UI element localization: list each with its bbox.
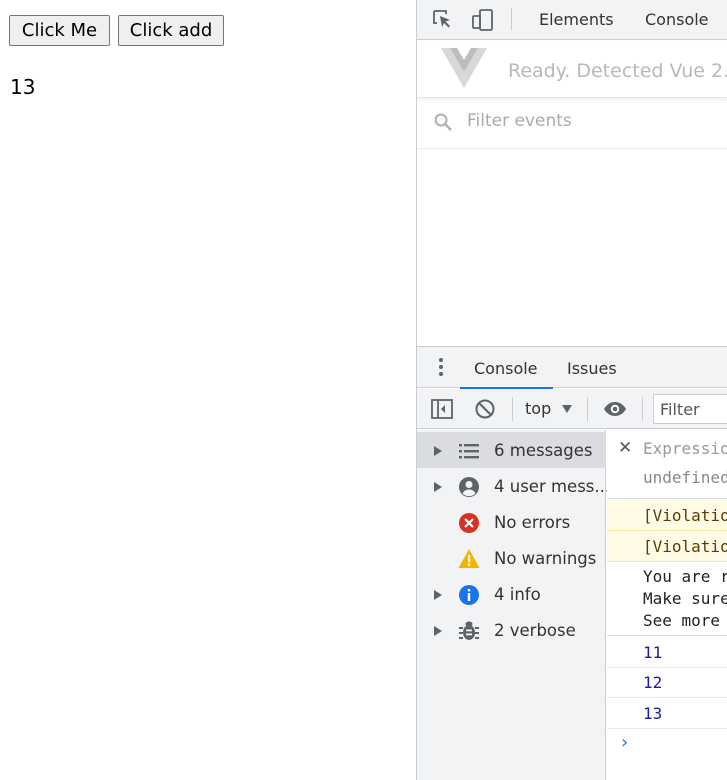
log-value: 11 xyxy=(643,643,663,662)
sidebar-item-verbose[interactable]: 2 verbose xyxy=(417,612,606,648)
live-expression-eye-icon[interactable] xyxy=(603,397,627,421)
clear-console-icon[interactable] xyxy=(473,397,497,421)
filter-events-input[interactable] xyxy=(467,111,717,131)
devtools-tabbar: Elements Console xyxy=(417,0,727,40)
toolbar-separator xyxy=(642,397,643,421)
vue-devtools-header: Ready. Detected Vue 2.6 xyxy=(417,41,727,98)
sidebar-toggle-icon[interactable] xyxy=(430,397,454,421)
context-selector[interactable]: top xyxy=(525,399,551,418)
console-message-violation[interactable]: [Violation] xyxy=(607,500,727,531)
close-icon[interactable]: ✕ xyxy=(618,438,632,458)
sidebar-item-label: No errors xyxy=(494,513,571,532)
message-text: [Violation] xyxy=(643,537,727,556)
counter-value: 13 xyxy=(10,75,36,99)
message-text: [Violation] xyxy=(643,506,727,525)
filter-events-bar xyxy=(417,99,727,149)
sidebar-item-label: 6 messages xyxy=(494,441,593,460)
info-icon xyxy=(458,584,480,606)
live-expression: ✕ Expression undefined xyxy=(607,430,727,499)
list-icon xyxy=(458,440,480,462)
tab-elements[interactable]: Elements xyxy=(539,10,614,29)
sidebar-item-label: 4 user mess... xyxy=(494,477,611,496)
toolbar-separator xyxy=(511,8,512,30)
drawer-tabbar: Console Issues xyxy=(417,347,727,389)
console-message-info[interactable]: You are r Make sure See more xyxy=(607,561,727,636)
more-options-icon[interactable] xyxy=(438,358,444,378)
click-me-button[interactable]: Click Me xyxy=(9,15,110,46)
toolbar-separator xyxy=(512,397,513,421)
drawer-tab-console-label: Console xyxy=(474,359,538,378)
expand-arrow-icon[interactable] xyxy=(434,590,442,600)
console-message-violation[interactable]: [Violation] xyxy=(607,531,727,562)
sidebar-item-messages[interactable]: 6 messages xyxy=(417,432,606,468)
page-content: Click Me Click add 13 xyxy=(0,0,416,780)
console-messages: ✕ Expression undefined [Violation] [Viol… xyxy=(607,430,727,780)
sidebar-item-warnings[interactable]: No warnings xyxy=(417,540,606,576)
live-expression-input[interactable]: Expression xyxy=(643,439,727,458)
log-value: 12 xyxy=(643,673,663,692)
warning-icon xyxy=(458,548,480,570)
user-icon xyxy=(458,476,480,498)
message-line: Make sure xyxy=(643,589,727,608)
click-add-button[interactable]: Click add xyxy=(118,15,224,46)
sidebar-item-user-messages[interactable]: 4 user mess... xyxy=(417,468,610,504)
message-line: You are r xyxy=(643,567,727,586)
expand-arrow-icon[interactable] xyxy=(434,482,442,492)
sidebar-item-label: 4 info xyxy=(494,585,541,604)
live-expression-result: undefined xyxy=(643,468,727,487)
sidebar-item-label: 2 verbose xyxy=(494,621,576,640)
console-filter-input[interactable]: Filter xyxy=(653,394,727,424)
vue-logo-icon xyxy=(441,48,487,92)
drawer-tab-console[interactable]: Console xyxy=(460,347,553,389)
console-message-log[interactable]: 12 xyxy=(607,667,727,698)
console-message-log[interactable]: 13 xyxy=(607,698,727,729)
sidebar-item-label: No warnings xyxy=(494,549,597,568)
inspect-element-icon[interactable] xyxy=(431,8,455,32)
expand-arrow-icon[interactable] xyxy=(434,626,442,636)
sidebar-item-info[interactable]: 4 info xyxy=(417,576,606,612)
drawer-tab-issues[interactable]: Issues xyxy=(567,359,617,378)
message-line: See more xyxy=(643,611,721,630)
expand-arrow-icon[interactable] xyxy=(434,446,442,456)
console-sidebar: 6 messages 4 user mess... No errors No w… xyxy=(417,430,610,780)
log-value: 13 xyxy=(643,704,663,723)
tab-console[interactable]: Console xyxy=(645,10,709,29)
search-icon xyxy=(433,112,455,138)
console-toolbar: top Filter xyxy=(417,389,727,429)
console-message-log[interactable]: 11 xyxy=(607,637,727,668)
toolbar-separator xyxy=(587,397,588,421)
console-prompt-icon[interactable]: › xyxy=(621,732,628,753)
vue-status-text: Ready. Detected Vue 2.6 xyxy=(508,60,727,82)
error-icon xyxy=(458,512,480,534)
sidebar-item-errors[interactable]: No errors xyxy=(417,504,606,540)
device-toolbar-icon[interactable] xyxy=(471,8,495,32)
chevron-down-icon[interactable] xyxy=(562,405,572,413)
bug-icon xyxy=(458,620,480,642)
devtools-panel: Elements Console Ready. Detected Vue 2.6… xyxy=(417,0,727,780)
